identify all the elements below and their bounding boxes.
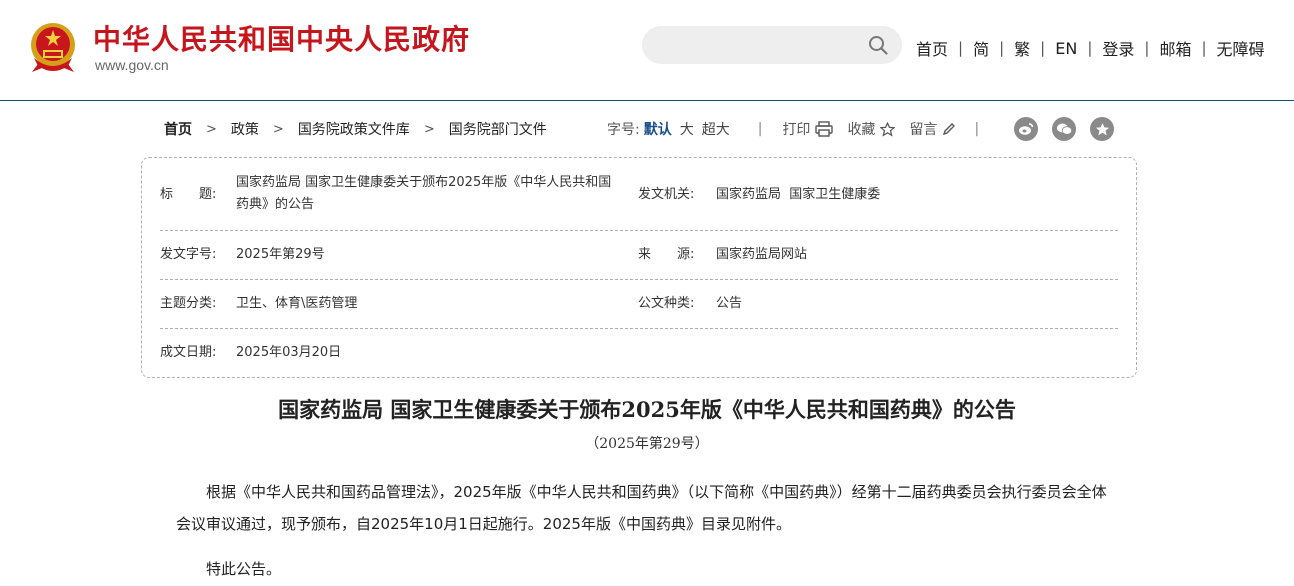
doc-no-value: 2025年第29号: [236, 247, 325, 262]
nav-separator: |: [1040, 39, 1046, 57]
nav-simplified[interactable]: 简: [973, 36, 989, 60]
chevron-right-icon: >: [423, 121, 435, 137]
topic-label: 主题分类:: [160, 296, 217, 311]
comment-label: 留言: [909, 122, 938, 138]
title-value-line1: 国家药监局 国家卫生健康委关于颁布2025年版《中华人民共和国: [236, 175, 612, 190]
printer-icon: [815, 121, 834, 137]
title-value: 国家药监局 国家卫生健康委关于颁布2025年版《中华人民共和国 药典》的公告: [236, 172, 646, 216]
breadcrumb: 首页 > 政策 > 国务院政策文件库 > 国务院部门文件: [164, 119, 547, 139]
star-icon: [880, 121, 896, 137]
article-paragraph: 根据《中华人民共和国药品管理法》，2025年版《中华人民共和国药典》（以下简称《…: [176, 483, 1107, 533]
qzone-icon[interactable]: [1090, 117, 1114, 141]
nav-separator: |: [1201, 39, 1207, 57]
chevron-right-icon: >: [272, 121, 284, 137]
article-toolbar: 字号: 默认 大 超大 | 打印 收藏 留言 |: [607, 119, 979, 139]
wechat-icon[interactable]: [1052, 117, 1076, 141]
title-value-line2: 药典》的公告: [236, 197, 315, 212]
article-body: 根据《中华人民共和国药品管理法》，2025年版《中华人民共和国药典》（以下简称《…: [176, 476, 1116, 585]
font-size-default-button[interactable]: 默认: [644, 119, 672, 139]
national-emblem-icon[interactable]: [28, 20, 78, 74]
info-row-topic: 主题分类: 卫生、体育\医药管理 公文种类: 公告: [160, 280, 1118, 329]
site-header: 中华人民共和国中央人民政府 www.gov.cn 首页 | 简 | 繁 | EN…: [0, 0, 1294, 101]
font-size-label: 字号:: [607, 122, 640, 138]
article-number: （2025年第29号）: [585, 436, 709, 452]
site-domain: www.gov.cn: [95, 57, 169, 73]
article-title: 国家药监局 国家卫生健康委关于颁布2025年版《中华人民共和国药典》的公告: [278, 397, 1016, 422]
nav-login[interactable]: 登录: [1102, 36, 1134, 60]
nav-separator: |: [958, 39, 964, 57]
print-button[interactable]: 打印: [782, 119, 834, 139]
date-label: 成文日期:: [160, 345, 217, 360]
comment-button[interactable]: 留言: [909, 119, 956, 139]
type-label: 公文种类:: [638, 296, 695, 311]
favorite-button[interactable]: 收藏: [847, 119, 896, 139]
nav-accessibility[interactable]: 无障碍: [1217, 36, 1265, 60]
breadcrumb-policy-library[interactable]: 国务院政策文件库: [298, 119, 410, 139]
issuer-label: 发文机关:: [638, 187, 695, 202]
topic-value: 卫生、体育\医药管理: [236, 296, 358, 311]
toolbar-divider: |: [757, 121, 763, 137]
info-row-doc-no: 发文字号: 2025年第29号 来 源: 国家药监局网站: [160, 231, 1118, 280]
top-nav: 首页 | 简 | 繁 | EN | 登录 | 邮箱 | 无障碍: [916, 36, 1265, 60]
qzone-star-icon: [1095, 122, 1109, 135]
date-value: 2025年03月20日: [236, 345, 342, 360]
wechat-glyph-icon: [1056, 123, 1072, 135]
article-closing: 特此公告。: [206, 560, 282, 578]
nav-english[interactable]: EN: [1055, 39, 1077, 58]
font-size-xlarge-button[interactable]: 超大: [702, 119, 730, 139]
search-icon[interactable]: [868, 35, 888, 55]
favorite-label: 收藏: [847, 122, 876, 138]
info-row-title: 标 题: 国家药监局 国家卫生健康委关于颁布2025年版《中华人民共和国 药典》…: [160, 158, 1118, 231]
weibo-glyph-icon: [1019, 123, 1034, 135]
search-input[interactable]: [660, 26, 860, 64]
pencil-icon: [943, 123, 956, 136]
breadcrumb-department-docs[interactable]: 国务院部门文件: [449, 119, 547, 139]
nav-separator: |: [1087, 39, 1093, 57]
font-size-large-button[interactable]: 大: [680, 119, 694, 139]
site-title[interactable]: 中华人民共和国中央人民政府: [93, 18, 470, 58]
source-value: 国家药监局网站: [716, 247, 808, 262]
breadcrumb-policy[interactable]: 政策: [231, 119, 259, 139]
title-label: 标 题:: [160, 187, 217, 202]
weibo-icon[interactable]: [1014, 117, 1038, 141]
nav-mail[interactable]: 邮箱: [1159, 36, 1191, 60]
print-label: 打印: [782, 122, 811, 138]
nav-separator: |: [999, 39, 1005, 57]
search-box[interactable]: [642, 26, 902, 64]
chevron-right-icon: >: [206, 121, 217, 137]
breadcrumb-home[interactable]: 首页: [164, 119, 192, 139]
nav-traditional[interactable]: 繁: [1014, 36, 1030, 60]
nav-home[interactable]: 首页: [916, 36, 948, 60]
nav-separator: |: [1144, 39, 1150, 57]
doc-no-label: 发文字号:: [160, 247, 217, 262]
issuer-value: 国家药监局 国家卫生健康委: [716, 187, 881, 202]
source-label: 来 源:: [638, 247, 695, 262]
info-row-date: 成文日期: 2025年03月20日: [160, 329, 1118, 377]
document-info-table: 标 题: 国家药监局 国家卫生健康委关于颁布2025年版《中华人民共和国 药典》…: [141, 157, 1137, 378]
type-value: 公告: [716, 296, 743, 311]
toolbar-divider: |: [974, 121, 980, 137]
